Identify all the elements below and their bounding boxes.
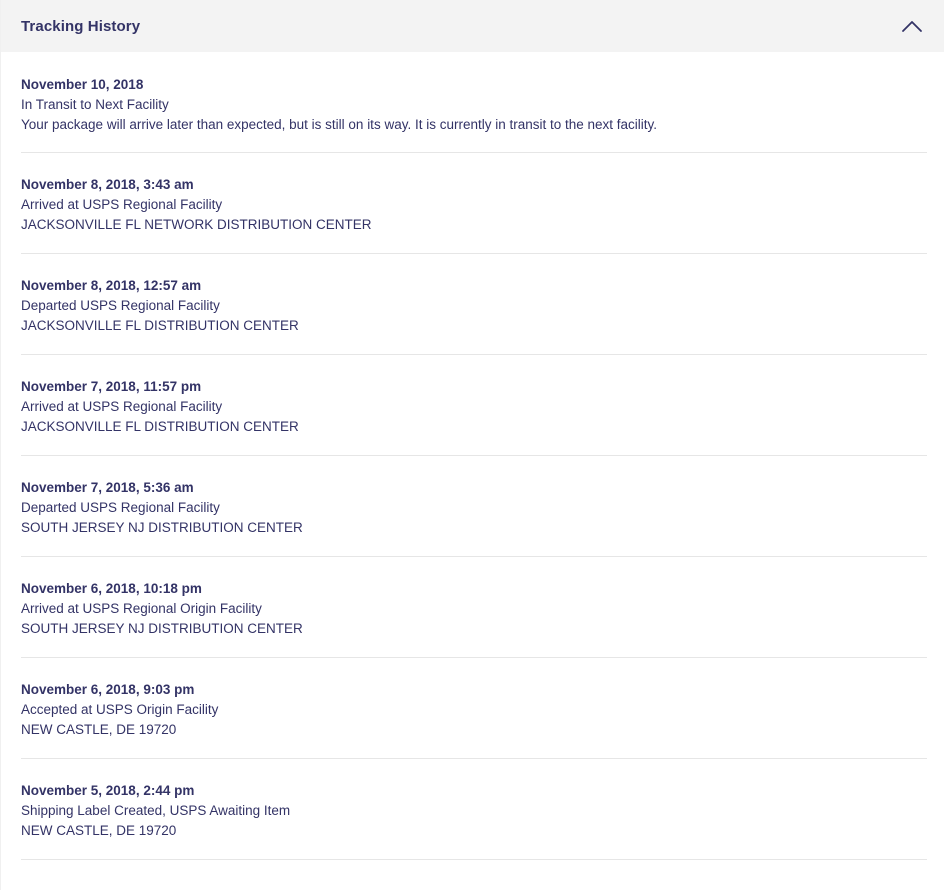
event-detail: JACKSONVILLE FL NETWORK DISTRIBUTION CEN… <box>21 217 372 232</box>
event-status: Arrived at USPS Regional Facility <box>21 197 223 212</box>
tracking-event: November 10, 2018 In Transit to Next Fac… <box>21 52 927 153</box>
tracking-events-list: November 10, 2018 In Transit to Next Fac… <box>0 52 944 860</box>
tracking-event: November 8, 2018, 3:43 am Arrived at USP… <box>21 153 927 254</box>
tracking-event: November 5, 2018, 2:44 pm Shipping Label… <box>21 759 927 860</box>
event-detail: JACKSONVILLE FL DISTRIBUTION CENTER <box>21 419 299 434</box>
tracking-history-panel: Tracking History November 10, 2018 In Tr… <box>0 0 944 890</box>
tracking-event: November 7, 2018, 11:57 pm Arrived at US… <box>21 355 927 456</box>
event-date: November 5, 2018, 2:44 pm <box>21 783 195 798</box>
tracking-event: November 6, 2018, 9:03 pm Accepted at US… <box>21 658 927 759</box>
event-date: November 8, 2018, 3:43 am <box>21 177 194 192</box>
event-detail: SOUTH JERSEY NJ DISTRIBUTION CENTER <box>21 520 303 535</box>
panel-left-border <box>0 0 1 890</box>
event-status: Arrived at USPS Regional Origin Facility <box>21 601 262 616</box>
event-detail: NEW CASTLE, DE 19720 <box>21 722 177 737</box>
panel-title: Tracking History <box>21 17 141 35</box>
event-date: November 6, 2018, 10:18 pm <box>21 581 202 596</box>
event-status: Shipping Label Created, USPS Awaiting It… <box>21 803 291 818</box>
event-detail: NEW CASTLE, DE 19720 <box>21 823 177 838</box>
event-date: November 6, 2018, 9:03 pm <box>21 682 195 697</box>
event-status: Accepted at USPS Origin Facility <box>21 702 219 717</box>
event-date: November 10, 2018 <box>21 77 144 92</box>
event-status: Arrived at USPS Regional Facility <box>21 399 223 414</box>
tracking-event: November 7, 2018, 5:36 am Departed USPS … <box>21 456 927 557</box>
event-status: In Transit to Next Facility <box>21 97 169 112</box>
tracking-event: November 8, 2018, 12:57 am Departed USPS… <box>21 254 927 355</box>
tracking-event: November 6, 2018, 10:18 pm Arrived at US… <box>21 557 927 658</box>
event-date: November 7, 2018, 11:57 pm <box>21 379 202 394</box>
event-status: Departed USPS Regional Facility <box>21 298 220 313</box>
tracking-history-header[interactable]: Tracking History <box>0 0 944 52</box>
chevron-up-icon <box>902 21 922 32</box>
event-detail: Your package will arrive later than expe… <box>21 117 658 132</box>
event-detail: SOUTH JERSEY NJ DISTRIBUTION CENTER <box>21 621 303 636</box>
event-detail: JACKSONVILLE FL DISTRIBUTION CENTER <box>21 318 299 333</box>
collapse-button[interactable] <box>900 14 924 38</box>
event-date: November 7, 2018, 5:36 am <box>21 480 194 495</box>
event-status: Departed USPS Regional Facility <box>21 500 220 515</box>
event-date: November 8, 2018, 12:57 am <box>21 278 202 293</box>
